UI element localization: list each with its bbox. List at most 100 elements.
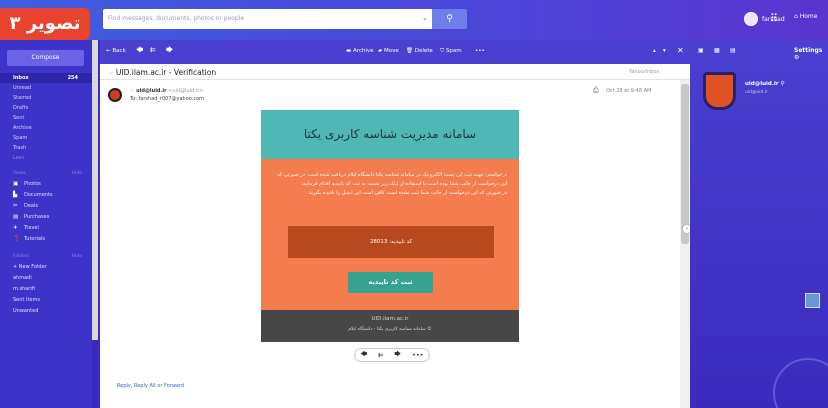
- sidebar-item-sent[interactable]: Sent: [0, 113, 92, 123]
- apps-grid-icon[interactable]: ⠿: [770, 12, 778, 25]
- reading-pane-scrollbar[interactable]: [680, 80, 690, 408]
- question-icon: ❓: [13, 236, 20, 242]
- archive-button[interactable]: ▬ Archive: [346, 48, 374, 54]
- reply-link[interactable]: Reply: [117, 383, 131, 389]
- spam-label: Spam: [445, 48, 462, 54]
- more-button[interactable]: •••: [475, 48, 485, 54]
- profile-name-text: uid@luid.ir: [745, 81, 779, 87]
- reply-all-icon[interactable]: ⇇: [150, 46, 156, 54]
- message-toolbar: ← Back 🡄 ⇇ 🡆 ▬ Archive ▰ Move 🗑 Delete ⛉…: [100, 40, 690, 64]
- reply-icon[interactable]: 🡄: [136, 46, 143, 57]
- forward-icon[interactable]: 🡆: [394, 350, 401, 361]
- profile-name: uid@luid.ir ⚲: [745, 81, 785, 87]
- sidebar-item-label: Travel: [24, 225, 39, 231]
- sidebar-item-unread[interactable]: Unread: [0, 83, 92, 93]
- confirm-code-button[interactable]: ثبت کد تاییدیه: [348, 272, 433, 293]
- document-icon: ▙: [13, 192, 18, 198]
- email-content: درخواستی جهت ثبت این پست الکترونیک در سا…: [261, 159, 519, 310]
- email-text: درخواستی جهت ثبت این پست الکترونیک در سا…: [271, 171, 507, 198]
- back-button[interactable]: ← Back: [106, 48, 126, 54]
- subject-text: UID.ilam.ac.ir - Verification: [115, 68, 217, 77]
- folders-header: Folders Hide: [0, 252, 92, 262]
- sidebar-item-archive[interactable]: Archive: [0, 123, 92, 133]
- sidebar-item-label: Deals: [24, 203, 38, 209]
- sidebar-item-travel[interactable]: ✈ Travel: [0, 223, 92, 234]
- new-folder-button[interactable]: + New Folder: [0, 262, 92, 273]
- sidebar-item-spam[interactable]: Spam: [0, 133, 92, 143]
- search-input[interactable]: Find messages, documents, photos or peop…: [108, 15, 244, 22]
- sidebar-item-msharifi[interactable]: m.sharifi: [0, 284, 92, 295]
- sidebar-item-trash[interactable]: Trash: [0, 143, 92, 153]
- sidebar-item-starred[interactable]: Starred: [0, 93, 92, 103]
- delete-button[interactable]: 🗑 Delete: [406, 48, 433, 54]
- top-bar: Find messages, documents, photos or peop…: [0, 0, 828, 40]
- sidebar-item-label: Documents: [24, 192, 53, 198]
- sidebar-item-photos[interactable]: ▣ Photos: [0, 179, 92, 190]
- scroll-thumb[interactable]: [681, 84, 689, 244]
- compose-button[interactable]: Compose: [7, 50, 84, 66]
- archive-icon: ▬: [346, 48, 352, 54]
- sidebar-item-documents[interactable]: ▙ Documents: [0, 190, 92, 201]
- search-button[interactable]: ⚲: [432, 9, 467, 29]
- search-icon[interactable]: ⚲: [780, 81, 784, 87]
- search-dropdown-icon[interactable]: ⌄: [422, 14, 428, 22]
- reply-all-icon[interactable]: ⇇: [378, 351, 383, 359]
- more-icon[interactable]: •••: [412, 351, 424, 359]
- sidebar-item-drafts[interactable]: Drafts: [0, 103, 92, 113]
- profile-email: uid@uid.ir: [745, 90, 768, 95]
- sidebar-item-ahmadi[interactable]: ahmadi: [0, 273, 92, 284]
- sidebar-item-label: Tutorials: [24, 236, 45, 242]
- star-icon[interactable]: ☆: [130, 88, 134, 94]
- sidebar-item-unwanted[interactable]: Unwanted: [0, 306, 92, 317]
- trash-icon: 🗑: [406, 48, 413, 54]
- sidebar-item-purchases[interactable]: ▤ Purchases: [0, 212, 92, 223]
- message-date: Oct 28 at 9:48 AM: [606, 88, 652, 94]
- footer-site[interactable]: UID.ilam.ac.ir: [261, 310, 519, 322]
- sidebar-scrollbar[interactable]: [92, 40, 98, 340]
- sidebar-item-deals[interactable]: ✂ Deals: [0, 201, 92, 212]
- calendar-icon[interactable]: ▦: [714, 47, 720, 54]
- sidebar-item-sent-items[interactable]: Sent Items: [0, 295, 92, 306]
- user-menu[interactable]: farshad: [744, 12, 785, 26]
- contacts-icon[interactable]: ▣: [698, 47, 704, 54]
- receipt-icon: ▤: [13, 214, 19, 220]
- home-link[interactable]: ⌂ Home: [794, 13, 817, 20]
- sidebar-item-label: Photos: [24, 181, 41, 187]
- gear-icon: ⚙: [794, 54, 800, 61]
- folder-path: Yahoo/Inbox: [629, 69, 660, 75]
- sender-email: <uid@luid.ir>: [168, 88, 204, 94]
- views-hide-link[interactable]: Hide: [72, 169, 82, 179]
- sender-name: uid@luid.ir: [136, 88, 167, 94]
- widget-icon[interactable]: [805, 293, 820, 308]
- sender-avatar: [108, 88, 122, 102]
- unread-count: 254: [67, 75, 78, 81]
- sidebar-item-less[interactable]: Less: [0, 153, 92, 163]
- close-icon[interactable]: ✕: [677, 46, 684, 55]
- print-icon[interactable]: ⎙: [593, 86, 599, 95]
- left-sidebar: Compose Inbox 254 Unread Starred Drafts S…: [0, 40, 98, 408]
- search-box[interactable]: Find messages, documents, photos or peop…: [103, 9, 439, 29]
- forward-icon[interactable]: 🡆: [166, 46, 173, 57]
- notepad-icon[interactable]: ▤: [730, 47, 736, 54]
- reply-icon[interactable]: 🡄: [360, 350, 367, 361]
- next-icon[interactable]: ▾: [663, 48, 666, 54]
- settings-button[interactable]: Settings ⚙: [794, 47, 828, 61]
- spam-button[interactable]: ⛉ Spam: [440, 48, 462, 55]
- verification-code: کد تاییدیه: 28013: [288, 226, 494, 258]
- avatar: [744, 12, 758, 26]
- message-subject: ☆ UID.ilam.ac.ir - Verification: [109, 68, 216, 77]
- sidebar-item-inbox[interactable]: Inbox 254: [0, 73, 92, 83]
- sender[interactable]: ☆ uid@luid.ir <uid@luid.ir>: [130, 88, 203, 94]
- prev-icon[interactable]: ▴: [653, 48, 656, 54]
- forward-link[interactable]: Forward: [164, 383, 184, 389]
- recipient: To: farshad_r007@yahoo.com: [130, 96, 205, 102]
- views-label: Views: [13, 171, 27, 176]
- reply-all-link[interactable]: Reply All: [134, 383, 156, 389]
- footer-copyright: © سامانه شناسه کاربری یکتا - دانشگاه ایل…: [348, 327, 432, 332]
- delete-label: Delete: [414, 48, 433, 54]
- move-button[interactable]: ▰ Move: [378, 48, 399, 54]
- sidebar-item-label: Purchases: [24, 214, 50, 220]
- folders-hide-link[interactable]: Hide: [72, 252, 82, 262]
- star-icon[interactable]: ☆: [109, 71, 113, 77]
- sidebar-item-tutorials[interactable]: ❓ Tutorials: [0, 234, 92, 245]
